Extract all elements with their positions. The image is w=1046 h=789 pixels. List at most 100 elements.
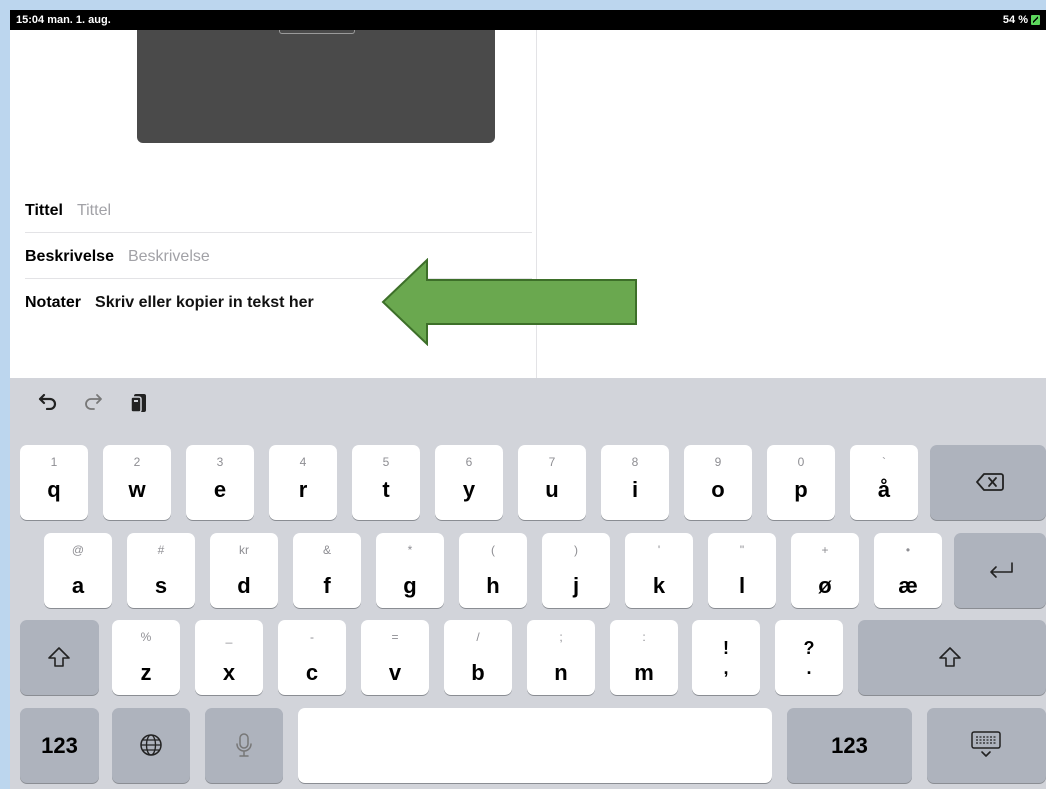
key-label: u <box>545 477 559 502</box>
note-form: Tittel Tittel Beskrivelse Beskrivelse No… <box>10 30 1046 378</box>
key-label: d <box>237 573 251 598</box>
key-label: k <box>652 573 666 598</box>
image-preview[interactable] <box>137 30 495 143</box>
key-alt-label: • <box>905 543 911 557</box>
key-alt-label: ; <box>559 630 563 644</box>
key-label: m <box>634 660 654 685</box>
key-k[interactable]: ' k <box>625 533 693 608</box>
key-label: a <box>71 573 85 598</box>
key-h[interactable]: (h <box>459 533 527 608</box>
key-label: e <box>213 477 227 502</box>
key-bottom-label: , <box>723 658 729 678</box>
key-label: z <box>140 660 152 685</box>
key-ø[interactable]: + ø <box>791 533 859 608</box>
key-label: p <box>794 477 808 502</box>
return-icon <box>990 562 1013 578</box>
space-bar[interactable] <box>298 708 772 783</box>
key-label: t <box>382 477 390 502</box>
key-m[interactable]: :m <box>610 620 678 695</box>
numbers-key-right[interactable]: 123 <box>787 708 912 783</box>
key-g[interactable]: * g <box>376 533 444 608</box>
key-l[interactable]: " l <box>708 533 776 608</box>
key-alt-label: 3 <box>216 455 224 469</box>
key-i[interactable]: 8i <box>601 445 669 520</box>
globe-key[interactable] <box>112 708 190 783</box>
key-s[interactable]: # s <box>127 533 195 608</box>
green-arrow-annotation <box>381 258 637 346</box>
key-p[interactable]: 0p <box>767 445 835 520</box>
key-b[interactable]: / b <box>444 620 512 695</box>
key-c[interactable]: -c <box>278 620 346 695</box>
key-label: i <box>631 477 639 502</box>
key-label: q <box>47 477 61 502</box>
undo-icon[interactable] <box>38 392 58 416</box>
key-label: v <box>388 660 402 685</box>
key-q[interactable]: 1q <box>20 445 88 520</box>
key-o[interactable]: 9o <box>684 445 752 520</box>
key-label: y <box>462 477 476 502</box>
shift-icon <box>939 647 961 667</box>
key-å[interactable]: ` å <box>850 445 918 520</box>
key-d[interactable]: kr d <box>210 533 278 608</box>
key-a[interactable]: @ a <box>44 533 112 608</box>
key-alt-label: 4 <box>299 455 307 469</box>
notes-label: Notater <box>25 293 82 311</box>
description-field[interactable]: Beskrivelse <box>128 248 210 266</box>
title-row[interactable]: Tittel Tittel <box>25 188 532 233</box>
key-n[interactable]: ; n <box>527 620 595 695</box>
key-alt-label: _ <box>225 630 233 644</box>
key-label: ø <box>818 573 832 598</box>
key-alt-label: ' <box>657 543 661 557</box>
return-key[interactable] <box>954 533 1046 608</box>
key-alt-label: " <box>739 543 745 557</box>
question-period-key[interactable]: ? . <box>775 620 843 695</box>
exclamation-comma-key[interactable]: ! , <box>692 620 760 695</box>
key-alt-label: kr <box>239 543 249 557</box>
status-time: 15:04 man. 1. aug. <box>16 14 111 26</box>
hide-keyboard-key[interactable] <box>927 708 1046 783</box>
paste-icon[interactable] <box>130 392 148 420</box>
key-alt-label: - <box>310 630 314 644</box>
key-z[interactable]: % z <box>112 620 180 695</box>
key-f[interactable]: & f <box>293 533 361 608</box>
key-x[interactable]: _ x <box>195 620 263 695</box>
key-j[interactable]: ) j <box>542 533 610 608</box>
key-alt-label: 0 <box>797 455 805 469</box>
title-field[interactable]: Tittel <box>77 202 111 220</box>
key-w[interactable]: 2w <box>103 445 171 520</box>
key-r[interactable]: 4r <box>269 445 337 520</box>
key-t[interactable]: 5t <box>352 445 420 520</box>
key-label: c <box>305 660 319 685</box>
key-label: n <box>554 660 568 685</box>
key-label: j <box>572 573 580 598</box>
key-alt-label: 7 <box>548 455 556 469</box>
key-alt-label: : <box>642 630 646 644</box>
notes-field[interactable]: Skriv eller kopier in tekst her <box>95 294 314 312</box>
key-label: h <box>486 573 500 598</box>
key-top-label: ! <box>723 638 729 658</box>
image-handle <box>279 30 355 34</box>
shift-key-left[interactable] <box>20 620 99 695</box>
key-alt-label: % <box>140 630 152 644</box>
dictation-key[interactable] <box>205 708 283 783</box>
description-label: Beskrivelse <box>25 247 114 265</box>
on-screen-keyboard: 1 q 2 w 3 e 4 r 5 t 6 y 7 u 8 i 9 o 0 p ` å @ a # s kr d & f * g(h) j ' k… <box>10 378 1046 789</box>
hide-keyboard-icon <box>971 731 1001 757</box>
shift-key-right[interactable] <box>858 620 1046 695</box>
key-y[interactable]: 6y <box>435 445 503 520</box>
key-alt-label: 6 <box>465 455 473 469</box>
key-v[interactable]: = v <box>361 620 429 695</box>
key-label: b <box>471 660 485 685</box>
key-label: æ <box>898 573 918 598</box>
numbers-key-left[interactable]: 123 <box>20 708 99 783</box>
key-æ[interactable]: • æ <box>874 533 942 608</box>
key-e[interactable]: 3e <box>186 445 254 520</box>
key-alt-label: 5 <box>382 455 390 469</box>
key-u[interactable]: 7u <box>518 445 586 520</box>
key-label: å <box>877 477 891 502</box>
redo-icon[interactable] <box>83 392 103 416</box>
backspace-key[interactable] <box>930 445 1046 520</box>
shift-icon <box>48 647 70 667</box>
key-label: w <box>128 477 146 502</box>
key-label: x <box>222 660 236 685</box>
